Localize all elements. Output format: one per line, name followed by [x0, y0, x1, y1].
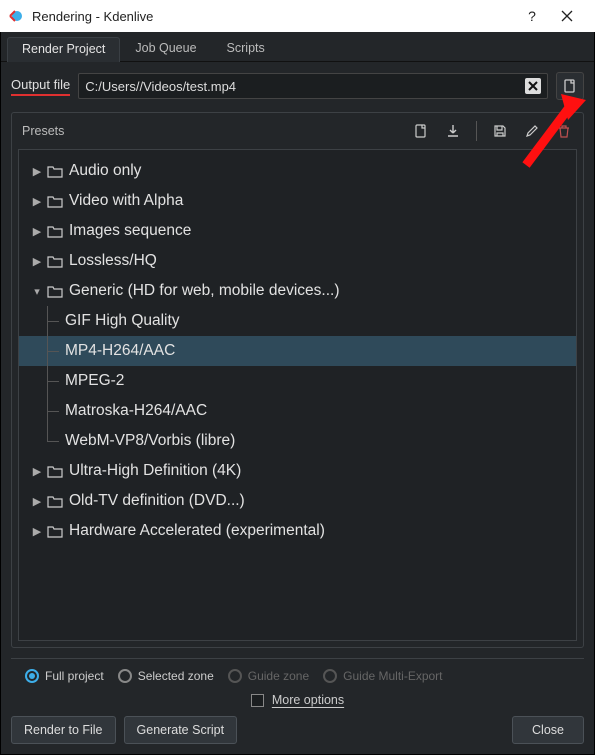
radio-icon	[25, 669, 39, 683]
window-titlebar: Rendering - Kdenlive ?	[0, 0, 595, 32]
presets-title: Presets	[22, 124, 412, 138]
radio-icon	[323, 669, 337, 683]
folder-icon	[45, 284, 65, 298]
output-path-prefix: C:/Users/	[85, 79, 139, 94]
option-guide-zone: Guide zone	[228, 669, 309, 683]
folder-icon	[45, 464, 65, 478]
delete-preset-icon[interactable]	[555, 122, 573, 140]
caret-down-icon: ▾	[29, 285, 45, 298]
category-label: Video with Alpha	[69, 192, 183, 210]
preset-label: Matroska-H264/AAC	[65, 402, 207, 420]
option-guide-multi: Guide Multi-Export	[323, 669, 442, 683]
category-generic[interactable]: ▾ Generic (HD for web, mobile devices...…	[19, 276, 576, 306]
preset-label: GIF High Quality	[65, 312, 180, 330]
folder-icon	[45, 494, 65, 508]
category-hwaccel[interactable]: ▶ Hardware Accelerated (experimental)	[19, 516, 576, 546]
spacer	[245, 716, 504, 744]
presets-header: Presets	[12, 121, 583, 149]
preset-label: WebM-VP8/Vorbis (libre)	[65, 432, 235, 450]
category-images-sequence[interactable]: ▶ Images sequence	[19, 216, 576, 246]
browse-output-button[interactable]	[556, 72, 584, 100]
preset-label: MP4-H264/AAC	[65, 342, 175, 360]
category-uhd[interactable]: ▶ Ultra-High Definition (4K)	[19, 456, 576, 486]
dialog-button-row: Render to File Generate Script Close	[11, 716, 584, 744]
caret-right-icon: ▶	[29, 525, 45, 538]
caret-right-icon: ▶	[29, 465, 45, 478]
folder-icon	[45, 254, 65, 268]
category-label: Audio only	[69, 162, 141, 180]
output-file-input[interactable]: C:/Users/ /Videos/test.mp4	[78, 73, 548, 99]
category-video-alpha[interactable]: ▶ Video with Alpha	[19, 186, 576, 216]
preset-label: MPEG-2	[65, 372, 124, 390]
output-file-label: Output file	[11, 77, 70, 96]
output-file-row: Output file C:/Users/ /Videos/test.mp4	[1, 62, 594, 108]
presets-panel: Presets	[11, 112, 584, 648]
category-label: Lossless/HQ	[69, 252, 157, 270]
render-to-file-button[interactable]: Render to File	[11, 716, 116, 744]
toolbar-separator	[476, 121, 477, 141]
caret-right-icon: ▶	[29, 195, 45, 208]
category-audio-only[interactable]: ▶ Audio only	[19, 156, 576, 186]
option-label: Guide Multi-Export	[343, 669, 442, 683]
presets-tree[interactable]: ▶ Audio only ▶ Video with Alpha ▶ Images…	[18, 149, 577, 641]
category-label: Hardware Accelerated (experimental)	[69, 522, 325, 540]
new-preset-icon[interactable]	[412, 122, 430, 140]
folder-icon	[45, 194, 65, 208]
option-label: Selected zone	[138, 669, 214, 683]
clear-input-icon[interactable]	[525, 78, 541, 94]
caret-right-icon: ▶	[29, 225, 45, 238]
tab-render-project[interactable]: Render Project	[7, 37, 120, 62]
preset-mp4[interactable]: MP4-H264/AAC	[19, 336, 576, 366]
caret-right-icon: ▶	[29, 165, 45, 178]
app-icon	[8, 7, 26, 25]
output-path-suffix: /Videos/test.mp4	[139, 79, 236, 94]
folder-icon	[45, 164, 65, 178]
more-options-link[interactable]: More options	[272, 693, 344, 707]
tab-scripts[interactable]: Scripts	[212, 36, 280, 61]
radio-icon	[118, 669, 132, 683]
dialog-client-area: Render Project Job Queue Scripts Output …	[0, 32, 595, 755]
download-preset-icon[interactable]	[444, 122, 462, 140]
more-options-row: More options	[1, 693, 594, 717]
window-title: Rendering - Kdenlive	[32, 9, 517, 24]
presets-toolbar	[412, 121, 573, 141]
tab-bar: Render Project Job Queue Scripts	[1, 32, 594, 62]
category-label: Old-TV definition (DVD...)	[69, 492, 245, 510]
preset-mpeg2[interactable]: MPEG-2	[19, 366, 576, 396]
caret-right-icon: ▶	[29, 255, 45, 268]
preset-gif[interactable]: GIF High Quality	[19, 306, 576, 336]
category-oldtv[interactable]: ▶ Old-TV definition (DVD...)	[19, 486, 576, 516]
option-label: Full project	[45, 669, 104, 683]
close-button[interactable]: Close	[512, 716, 584, 744]
generate-script-button[interactable]: Generate Script	[124, 716, 238, 744]
option-label: Guide zone	[248, 669, 309, 683]
save-preset-icon[interactable]	[491, 122, 509, 140]
more-options-checkbox[interactable]	[251, 694, 264, 707]
caret-right-icon: ▶	[29, 495, 45, 508]
tab-job-queue[interactable]: Job Queue	[120, 36, 211, 61]
option-selected-zone[interactable]: Selected zone	[118, 669, 214, 683]
folder-icon	[45, 224, 65, 238]
category-lossless[interactable]: ▶ Lossless/HQ	[19, 246, 576, 276]
category-label: Ultra-High Definition (4K)	[69, 462, 241, 480]
option-full-project[interactable]: Full project	[25, 669, 104, 683]
close-window-button[interactable]	[547, 0, 587, 32]
edit-preset-icon[interactable]	[523, 122, 541, 140]
help-button[interactable]: ?	[517, 0, 547, 32]
category-label: Images sequence	[69, 222, 191, 240]
radio-icon	[228, 669, 242, 683]
render-range-options: Full project Selected zone Guide zone Gu…	[11, 658, 584, 693]
folder-icon	[45, 524, 65, 538]
preset-matroska[interactable]: Matroska-H264/AAC	[19, 396, 576, 426]
preset-webm[interactable]: WebM-VP8/Vorbis (libre)	[19, 426, 576, 456]
category-label: Generic (HD for web, mobile devices...)	[69, 282, 339, 300]
